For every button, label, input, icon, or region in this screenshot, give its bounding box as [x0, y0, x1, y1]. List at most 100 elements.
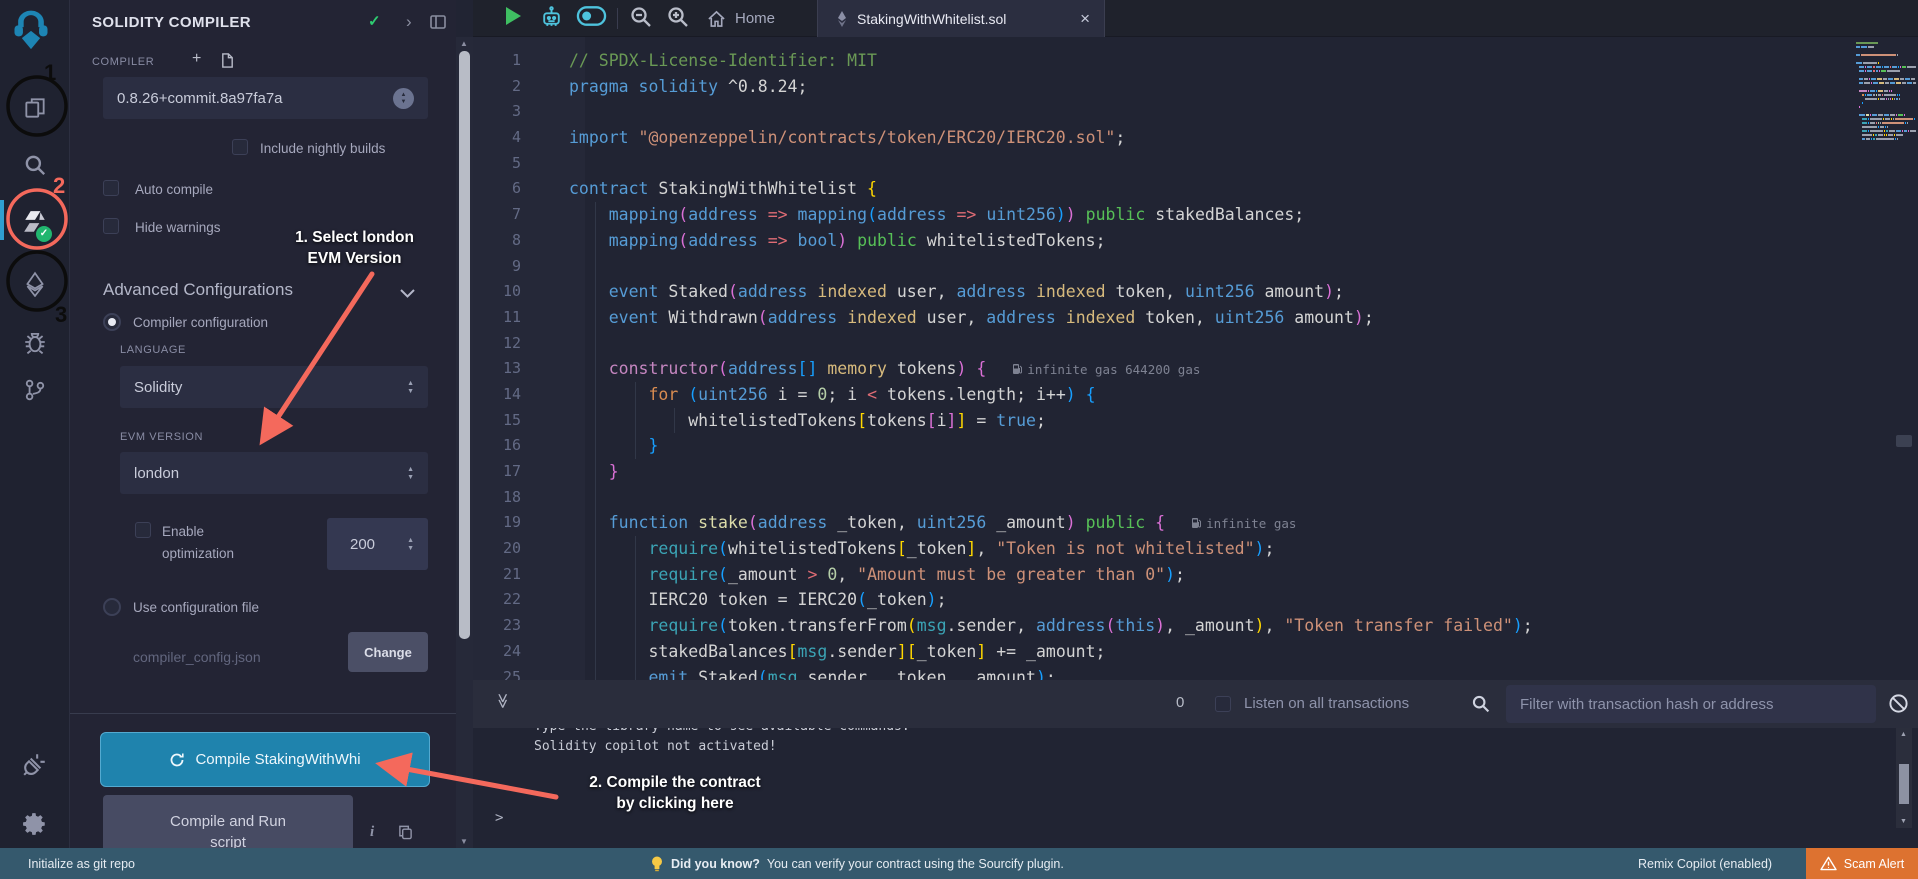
scroll-up-icon[interactable]: ▲ [1900, 731, 1907, 738]
compile-button-label: Compile StakingWithWhi [195, 751, 360, 768]
ai-copilot-robot-icon[interactable] [539, 5, 564, 30]
terminal-prompt[interactable]: > [495, 810, 503, 826]
terminal-header: ≫ 0 Listen on all transactions [473, 680, 1918, 728]
init-git-repo-button[interactable]: Initialize as git repo [28, 857, 135, 871]
scam-alert-button[interactable]: Scam Alert [1806, 848, 1918, 879]
editor-scrollbar-thumb[interactable] [1896, 435, 1912, 447]
toolbar-divider [617, 8, 618, 29]
scroll-down-icon[interactable]: ▼ [1900, 818, 1907, 825]
terminal-scrollbar-thumb[interactable] [1899, 764, 1909, 804]
line-number: 2 [473, 74, 547, 100]
info-icon[interactable]: i [370, 824, 374, 841]
line-number: 7 [473, 202, 547, 228]
line-number: 3 [473, 99, 547, 125]
language-select[interactable]: Solidity ▲▼ [120, 366, 428, 408]
tab-filename: StakingWithWhitelist.sol [857, 11, 1006, 27]
line-number: 24 [473, 639, 547, 665]
transaction-filter-input[interactable] [1506, 685, 1876, 723]
optimization-runs-input[interactable]: 200 ▲▼ [327, 518, 428, 570]
code-lines[interactable]: 1// SPDX-License-Identifier: MIT2pragma … [473, 48, 1918, 680]
copilot-toggle-icon[interactable] [576, 5, 607, 27]
did-you-know-tip: Did you know? You can verify your contra… [650, 855, 1064, 873]
file-config-icon[interactable] [220, 53, 235, 72]
debugger-icon[interactable] [19, 326, 51, 358]
remix-ide-window: ✓ SOLIDITY COMPILER ✓ › COMPILER + 0.8 [0, 0, 1918, 879]
change-config-button[interactable]: Change [348, 632, 428, 672]
deploy-run-icon[interactable] [19, 268, 51, 300]
include-nightly-checkbox[interactable] [232, 139, 248, 155]
tab-home[interactable]: Home [695, 0, 787, 37]
advanced-configurations-toggle[interactable]: Advanced Configurations [103, 280, 293, 300]
line-number: 1 [473, 48, 547, 74]
evm-version-label: EVM VERSION [120, 431, 203, 443]
panel-scrollbar-thumb[interactable] [459, 51, 470, 639]
status-bar: Initialize as git repo Did you know? You… [0, 848, 1918, 879]
terminal-collapse-icon[interactable]: ≫ [494, 693, 512, 709]
zoom-out-icon[interactable] [629, 5, 653, 29]
minimap[interactable] [1856, 42, 1916, 142]
line-number: 25 [473, 665, 547, 681]
scroll-down-icon[interactable]: ▼ [460, 837, 468, 846]
panel-scrollbar[interactable]: ▲ ▼ [456, 37, 473, 848]
version-stepper-icon[interactable]: ▲▼ [393, 88, 414, 109]
tab-staking-with-whitelist[interactable]: StakingWithWhitelist.sol × [817, 0, 1105, 37]
home-icon [707, 10, 726, 28]
auto-compile-checkbox[interactable] [103, 180, 119, 196]
listen-transactions-label: Listen on all transactions [1244, 695, 1409, 712]
gas-estimate-annotation: infinite gas [1191, 516, 1296, 531]
clear-console-icon[interactable] [1888, 693, 1909, 719]
line-number: 17 [473, 459, 547, 485]
lightbulb-icon [650, 855, 664, 873]
home-tab-label: Home [735, 10, 775, 27]
remix-logo-icon[interactable] [8, 6, 54, 52]
remix-copilot-status[interactable]: Remix Copilot (enabled) [1638, 857, 1772, 871]
line-number: 19 [473, 510, 547, 536]
enable-optimization-checkbox[interactable] [135, 522, 151, 538]
plugin-manager-icon[interactable] [19, 748, 51, 780]
line-number: 8 [473, 228, 547, 254]
add-compiler-icon[interactable]: + [192, 50, 201, 68]
line-number: 5 [473, 151, 547, 177]
panel-divider [70, 713, 456, 714]
chevron-down-icon[interactable] [400, 285, 415, 303]
transaction-count: 0 [1176, 694, 1184, 711]
line-number: 10 [473, 279, 547, 305]
line-number: 9 [473, 254, 547, 280]
terminal-scrollbar[interactable]: ▲ ▼ [1896, 728, 1912, 828]
compile-and-run-button[interactable]: Compile and Runscript [103, 795, 353, 856]
line-number: 11 [473, 305, 547, 331]
runs-stepper-icon[interactable]: ▲▼ [407, 537, 414, 552]
zoom-in-icon[interactable] [666, 5, 690, 29]
compiler-configuration-radio[interactable] [103, 313, 121, 331]
code-editor[interactable]: 1// SPDX-License-Identifier: MIT2pragma … [473, 37, 1918, 680]
compiler-version-select[interactable]: 0.8.26+commit.8a97fa7a ▲▼ [103, 77, 428, 119]
compiler-configuration-label: Compiler configuration [133, 315, 268, 330]
terminal-search-icon[interactable] [1470, 693, 1491, 719]
search-icon[interactable] [19, 149, 51, 181]
settings-gear-icon[interactable] [19, 808, 51, 840]
hide-warnings-checkbox[interactable] [103, 218, 119, 234]
tab-close-icon[interactable]: × [1080, 9, 1090, 29]
panel-expand-icon[interactable]: › [406, 12, 412, 32]
file-explorer-icon[interactable] [19, 92, 51, 124]
line-number: 23 [473, 613, 547, 639]
compiled-check-icon: ✓ [368, 12, 381, 30]
compiler-section-label: COMPILER [92, 56, 154, 68]
copy-icon[interactable] [398, 824, 413, 843]
terminal-line: Solidity copilot not activated! [534, 738, 777, 756]
evm-version-select[interactable]: london ▲▼ [120, 452, 428, 494]
line-number: 20 [473, 536, 547, 562]
listen-transactions-checkbox[interactable] [1215, 696, 1231, 712]
active-plugin-indicator [0, 200, 4, 240]
git-icon[interactable] [19, 374, 51, 406]
use-configuration-file-radio[interactable] [103, 598, 121, 616]
scroll-up-icon[interactable]: ▲ [460, 39, 468, 48]
run-script-play-icon[interactable] [503, 5, 523, 27]
line-number: 14 [473, 382, 547, 408]
solidity-file-icon [836, 11, 848, 27]
enable-optimization-label: Enableoptimization [162, 521, 234, 565]
evm-stepper-icon: ▲▼ [407, 466, 414, 481]
popout-window-icon[interactable] [430, 15, 446, 33]
compile-button[interactable]: Compile StakingWithWhi [100, 732, 430, 787]
warning-triangle-icon [1820, 856, 1837, 871]
